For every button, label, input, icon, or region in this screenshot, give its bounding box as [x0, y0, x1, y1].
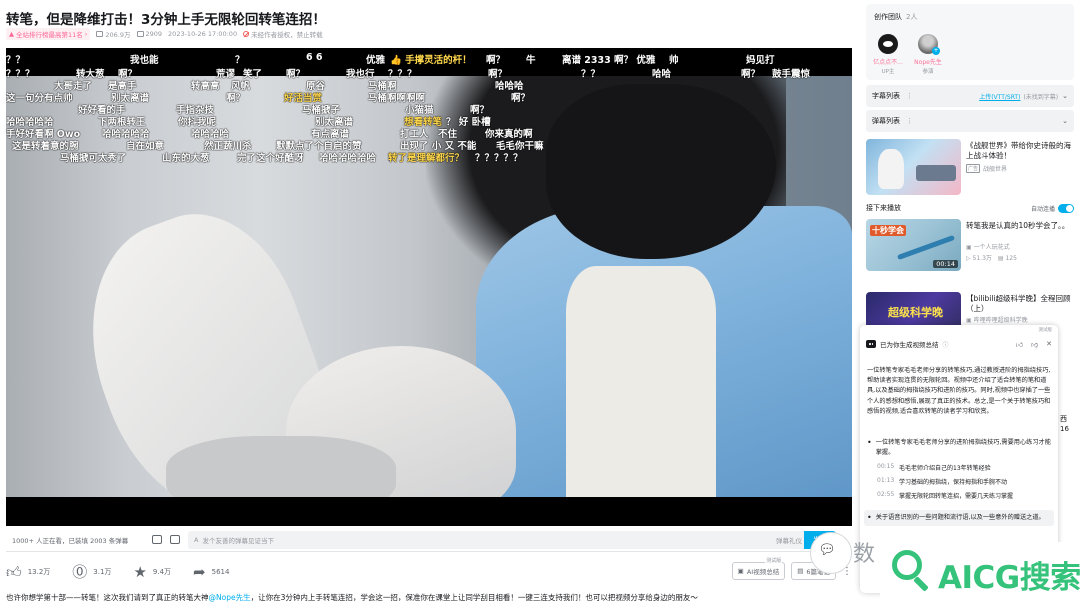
danmaku-list-panel[interactable]: 弹幕列表 ⋮ ⌄ — [866, 110, 1074, 132]
autoplay-toggle[interactable] — [1058, 203, 1074, 213]
no-repost-icon — [243, 31, 250, 37]
danmaku-comment: 优雅 — [366, 55, 386, 66]
duration-badge: 00:14 — [933, 260, 958, 268]
publish-date: 2023-10-26 17:00:00 — [168, 30, 238, 38]
danmaku-comment: 妈见打 — [746, 55, 775, 66]
creator-up[interactable]: 亿点点不... UP主 — [868, 34, 908, 75]
video-description: 也许你想学第十部——转笔！这次我们请到了真正的转笔大神@Nope先生，让你在3分… — [6, 593, 698, 602]
follow-plus-icon[interactable]: + — [932, 47, 940, 55]
danmaku-settings-icon[interactable] — [170, 535, 180, 544]
close-icon[interactable]: ✕ — [1046, 340, 1052, 349]
ad-tag: 广告 — [966, 164, 981, 173]
note-icon: ▤ — [797, 567, 804, 575]
summary-point: • 关于语音识别的一些问题和流行语,以及一些意外的赠送之道。 — [864, 510, 1054, 526]
video-player[interactable]: ？？ 我也能 ？ 6 6 优雅 👍 手撑灵活的杆！ 啊？ 牛 离谱 2333 啊？ 优雅 帅 妈见打… — [6, 48, 852, 526]
danmaku-icon — [136, 31, 144, 37]
chevron-down-icon[interactable]: ⌄ — [1062, 117, 1068, 125]
beta-tag: 测试版 — [765, 557, 783, 564]
uploader-name: ▣ 一个人玩花式 — [966, 244, 1010, 251]
robot-icon: ▣ — [737, 567, 744, 575]
chevron-down-icon[interactable]: ⌄ — [1062, 92, 1068, 100]
robot-icon — [866, 340, 876, 348]
creator-team-card: 创作团队 2人 亿点点不... UP主 + Nope先生 参演 — [866, 4, 1074, 80]
wechat-icon: 💬︎ — [818, 542, 836, 558]
play-icon — [96, 31, 104, 37]
rank-badge[interactable]: ▲ 全站排行榜最高第11名 › — [6, 28, 91, 40]
font-style-icon[interactable]: A — [194, 536, 198, 544]
danmaku-etiquette-link[interactable]: 弹幕礼仪 — [776, 535, 802, 545]
thumbs-up-icon[interactable]: 👍︎ — [1016, 340, 1023, 349]
danmaku-comment: 牛 — [526, 55, 536, 66]
like-button[interactable]: 👍︎ 13.2万 — [6, 562, 50, 581]
chevron-right-icon: › — [84, 30, 88, 38]
mention-link[interactable]: @Nope先生 — [209, 593, 251, 602]
video-frame — [6, 76, 852, 497]
danmaku-comment: ？？ — [6, 55, 26, 66]
aicg-logo: AICG搜索 — [880, 542, 1080, 603]
watermark-text: 数 — [853, 542, 876, 567]
danmaku-count: 2909 — [136, 30, 162, 38]
avatar — [878, 34, 898, 54]
recommended-video[interactable]: 十秒学会 00:14 转笔我是认真的10秒学会了。。 ▣ 一个人玩花式 ▷ 51… — [866, 219, 1076, 273]
favorite-button[interactable]: ★ 9.4万 — [133, 562, 171, 581]
video-toolbar: 👍︎ 13.2万 ⓪ 3.1万 ★ 9.4万 ➦ 5614 测试版 ▣ AI视频… — [6, 557, 852, 584]
coin-icon: ⓪ — [72, 562, 88, 581]
more-dots-icon[interactable]: ⋮ — [906, 92, 913, 100]
creator-cast[interactable]: + Nope先生 参演 — [908, 34, 948, 75]
danmaku-comment: 离谱 2333 啊？ 优雅 — [562, 55, 656, 66]
danmaku-comment: ？ — [235, 55, 245, 66]
danmaku-toggle-icon[interactable] — [152, 535, 162, 544]
coin-button[interactable]: ⓪ 3.1万 — [72, 562, 111, 581]
subtitle-list-panel[interactable]: 字幕列表 ⋮ 上传(VTT/SRT) (未找到字幕) ⌄ — [866, 85, 1074, 107]
brand-text: AICG搜索 — [938, 560, 1080, 596]
creator-team-title: 创作团队 2人 — [874, 13, 918, 21]
copyright-note: 未经作者授权，禁止转载 — [243, 29, 323, 39]
danmaku-send-bar: 1000+ 人正在看，已装填 2003 条弹幕 A 发个友善的弹幕见证当下 弹幕… — [6, 528, 852, 552]
danmaku-input[interactable]: A 发个友善的弹幕见证当下 弹幕礼仪 — [188, 530, 808, 549]
beta-tag: 测试版 — [1038, 328, 1053, 333]
summary-point: • 一位转笔专家毛毛老师分享的进阶拇指绕技巧,需要用心练习才能掌握。 — [867, 438, 1051, 456]
info-icon[interactable]: ⓘ — [943, 340, 949, 349]
video-meta: ▲ 全站排行榜最高第11名 › 206.9万 2909 2023-10-26 1… — [6, 28, 323, 40]
video-title: 转笔，但是降维打击！3分钟上手无限轮回转笔连招！ — [6, 12, 326, 28]
danmaku-comment: 我也能 — [130, 55, 159, 66]
ai-summary-button[interactable]: 测试版 ▣ AI视频总结 — [731, 557, 786, 580]
video-stats: ▷ 51.3万 ▤ 125 — [966, 255, 1017, 262]
watermark: 💬︎ 数 AICG搜索 — [808, 528, 1080, 603]
thumbs-up-icon: 👍︎ — [6, 562, 22, 581]
upload-subtitle-link[interactable]: 上传(VTT/SRT) — [979, 92, 1020, 101]
ad-card[interactable]: 《战舰世界》带给你史诗般的海上战斗体验！ 广告 战舰世界 — [866, 139, 1076, 195]
ai-popup-header: 已为你生成视频总结 ⓘ 👍︎ 👎︎ ✕ — [866, 339, 1052, 349]
star-icon: ★ — [133, 562, 147, 581]
search-icon — [892, 550, 922, 580]
danmaku-comment: 啊？ — [486, 55, 506, 66]
up-next-header: 接下来播放 自动连播 — [866, 203, 1074, 213]
rank-icon: ▲ — [9, 30, 14, 38]
timestamp-item[interactable]: 01:13 学习基础的拇指绕，保持拇指和手腕不动 — [877, 477, 1052, 486]
danmaku-comment: 帅 — [669, 55, 679, 66]
uploader-name: ▣ 哔哩哔哩超级科学晚 — [966, 317, 1028, 324]
timestamp-item[interactable]: 00:15 毛毛老师介绍自己的13年转笔经验 — [877, 463, 1052, 472]
danmaku-comment: 👍 手撑灵活的杆！ — [390, 55, 472, 66]
share-arrow-icon: ➦ — [193, 562, 206, 581]
timestamp-item[interactable]: 02:55 掌握无限轮回转笔连招，需要几天练习掌握 — [877, 491, 1052, 500]
play-count: 206.9万 — [96, 29, 131, 39]
ad-thumbnail — [866, 139, 961, 195]
viewer-count: 1000+ 人正在看，已装填 2003 条弹幕 — [12, 536, 129, 545]
more-dots-icon[interactable]: ⋮ — [906, 117, 913, 125]
thumbs-down-icon[interactable]: 👎︎ — [1031, 340, 1038, 349]
share-button[interactable]: ➦ 5614 — [193, 562, 229, 581]
ai-summary-text: 一位转笔专家毛毛老师分享的转笔技巧,通过教授进阶的拇指绕技巧,帮助读者实现连贯的… — [867, 367, 1051, 415]
danmaku-comment: 6 6 — [306, 52, 323, 63]
video-thumbnail: 十秒学会 00:14 — [866, 219, 961, 271]
